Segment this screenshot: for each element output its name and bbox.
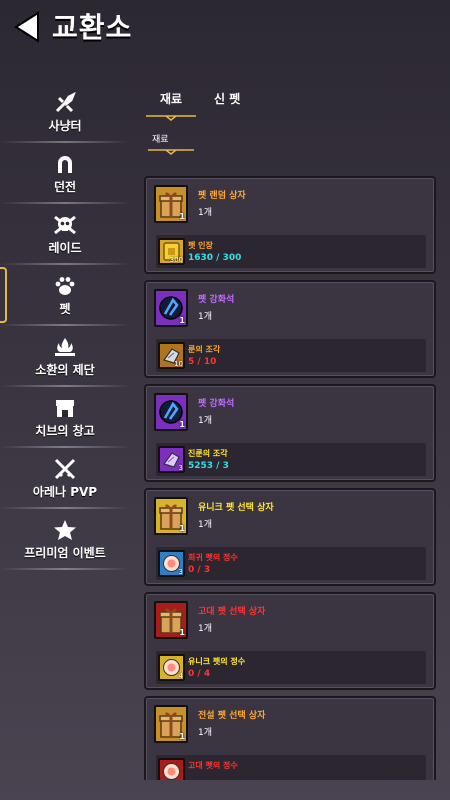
reward-thumb: 1 (154, 289, 188, 327)
cost-thumb: 300 (158, 238, 185, 265)
cost-thumb (158, 758, 185, 780)
tab-active-underline (146, 115, 196, 121)
cost-name: 펫 인장 (188, 241, 213, 250)
sidebar-item-raid[interactable]: 레이드 (0, 204, 130, 265)
cost-row: 4 유니크 펫의 정수 0 / 4 (156, 651, 426, 684)
reward-name: 펫 강화석 (198, 399, 235, 409)
sidebar-item-label: 치브의 창고 (35, 423, 95, 438)
cost-progress: 5253 / 3 (188, 461, 229, 471)
reward-name: 고대 펫 선택 상자 (198, 607, 266, 617)
dungeon-magnet-icon (58, 155, 72, 173)
reward-name: 펫 강화석 (198, 295, 235, 305)
cost-name: 유니크 펫의 정수 (188, 657, 246, 666)
tab-new-pet[interactable]: 신 펫 (214, 90, 240, 107)
reward-name: 유니크 펫 선택 상자 (198, 503, 274, 513)
cost-row: 3 희귀 펫의 정수 0 / 3 (156, 547, 426, 580)
tab-materials[interactable]: 재료 (160, 90, 182, 107)
cost-name: 룬의 조각 (188, 345, 221, 354)
header: 교환소 (0, 0, 450, 56)
star-icon (54, 519, 76, 540)
reward-qty: 1 (179, 628, 185, 637)
skull-icon (54, 215, 76, 234)
cost-qty: 10 (174, 360, 183, 368)
reward-qty: 1 (179, 212, 185, 221)
reward-count: 1개 (198, 520, 213, 530)
cost-progress: 5 / 10 (188, 357, 217, 367)
reward-thumb: 1 (154, 185, 188, 223)
reward-thumb: 1 (154, 601, 188, 639)
sidebar-item-hunting[interactable]: 사냥터 (0, 82, 130, 143)
cost-name: 희귀 펫의 정수 (188, 553, 238, 562)
reward-count: 1개 (198, 312, 213, 322)
sidebar-item-premium-event[interactable]: 프리미엄 이벤트 (0, 509, 130, 570)
sidebar-item-summon-altar[interactable]: 소환의 제단 (0, 326, 130, 387)
paw-icon (55, 276, 75, 295)
crossed-swords-icon (54, 458, 76, 479)
sidebar-item-label: 사냥터 (48, 118, 82, 133)
page-title: 교환소 (52, 11, 133, 44)
ancient-essence-icon (163, 763, 180, 780)
exchange-card[interactable]: 1 고대 펫 선택 상자 1개 4 유니크 펫의 정수 0 / 4 (144, 592, 436, 690)
reward-count: 1개 (198, 416, 213, 426)
cost-progress: 0 / 3 (188, 565, 211, 575)
sidebar-item-label: 던전 (53, 179, 77, 194)
cost-qty: 300 (169, 256, 183, 264)
cost-thumb: 3 (158, 446, 185, 473)
cost-row: 고대 펫의 정수 (156, 755, 426, 780)
exchange-card[interactable]: 1 펫 강화석 1개 10 룬의 조각 5 / 10 (144, 280, 436, 378)
sidebar-item-label: 펫 (59, 301, 71, 316)
cost-name: 진룬의 조각 (188, 449, 228, 458)
reward-qty: 1 (179, 524, 185, 533)
divider (0, 568, 130, 570)
cost-row: 10 룬의 조각 5 / 10 (156, 339, 426, 372)
reward-name: 펫 랜덤 상자 (198, 191, 246, 201)
sidebar-item-pet[interactable]: 펫 (0, 265, 130, 326)
cost-qty: 3 (178, 568, 183, 576)
sidebar-item-arena-pvp[interactable]: 아레나 PVP (0, 448, 130, 509)
sidebar-item-label: 프리미엄 이벤트 (24, 545, 106, 560)
reward-qty: 1 (179, 420, 185, 429)
reward-thumb: 1 (154, 705, 188, 743)
reward-qty: 1 (179, 732, 185, 741)
reward-count: 1개 (198, 728, 213, 738)
subtab-active-underline (148, 149, 194, 155)
cost-row: 300 펫 인장 1630 / 300 (156, 235, 426, 268)
cost-qty: 3 (178, 464, 183, 472)
exchange-card[interactable]: 1 펫 강화석 1개 3 진룬의 조각 5253 / 3 (144, 384, 436, 482)
cost-progress: 0 / 4 (188, 669, 211, 679)
exchange-card[interactable]: 1 전설 펫 선택 상자 1개 고대 펫의 정수 (144, 696, 436, 780)
cost-thumb: 10 (158, 342, 185, 369)
reward-thumb: 1 (154, 497, 188, 535)
exchange-card[interactable]: 1 유니크 펫 선택 상자 1개 3 희귀 펫의 정수 0 / 3 (144, 488, 436, 586)
altar-icon (55, 337, 75, 356)
cost-name: 고대 펫의 정수 (188, 761, 238, 770)
exchange-card[interactable]: 1 펫 랜덤 상자 1개 300 펫 인장 1630 / 300 (144, 176, 436, 274)
cost-progress: 1630 / 300 (188, 253, 242, 263)
category-sidebar: 사냥터 던전 레이드 펫 소환의 제단 치브의 창고 아레나 PVP 프리미엄 … (0, 82, 130, 570)
exchange-list[interactable]: 1 펫 랜덤 상자 1개 300 펫 인장 1630 / 300 1 펫 강화석 (144, 176, 436, 780)
hunting-icon (55, 91, 76, 112)
cost-qty: 4 (178, 672, 183, 680)
cost-thumb: 4 (158, 654, 185, 681)
shop-icon (56, 399, 74, 417)
sidebar-item-label: 레이드 (48, 240, 82, 255)
reward-thumb: 1 (154, 393, 188, 431)
back-button[interactable] (12, 10, 42, 44)
sidebar-item-chive-storage[interactable]: 치브의 창고 (0, 387, 130, 448)
subtab-materials[interactable]: 재료 (152, 132, 169, 145)
sidebar-item-label: 아레나 PVP (32, 484, 98, 499)
cost-row: 3 진룬의 조각 5253 / 3 (156, 443, 426, 476)
reward-count: 1개 (198, 624, 213, 634)
back-arrow-icon (14, 11, 39, 43)
cost-thumb: 3 (158, 550, 185, 577)
reward-name: 전설 펫 선택 상자 (198, 711, 266, 721)
sidebar-item-label: 소환의 제단 (35, 362, 95, 377)
sidebar-item-dungeon[interactable]: 던전 (0, 143, 130, 204)
reward-count: 1개 (198, 208, 213, 218)
reward-qty: 1 (179, 316, 185, 325)
